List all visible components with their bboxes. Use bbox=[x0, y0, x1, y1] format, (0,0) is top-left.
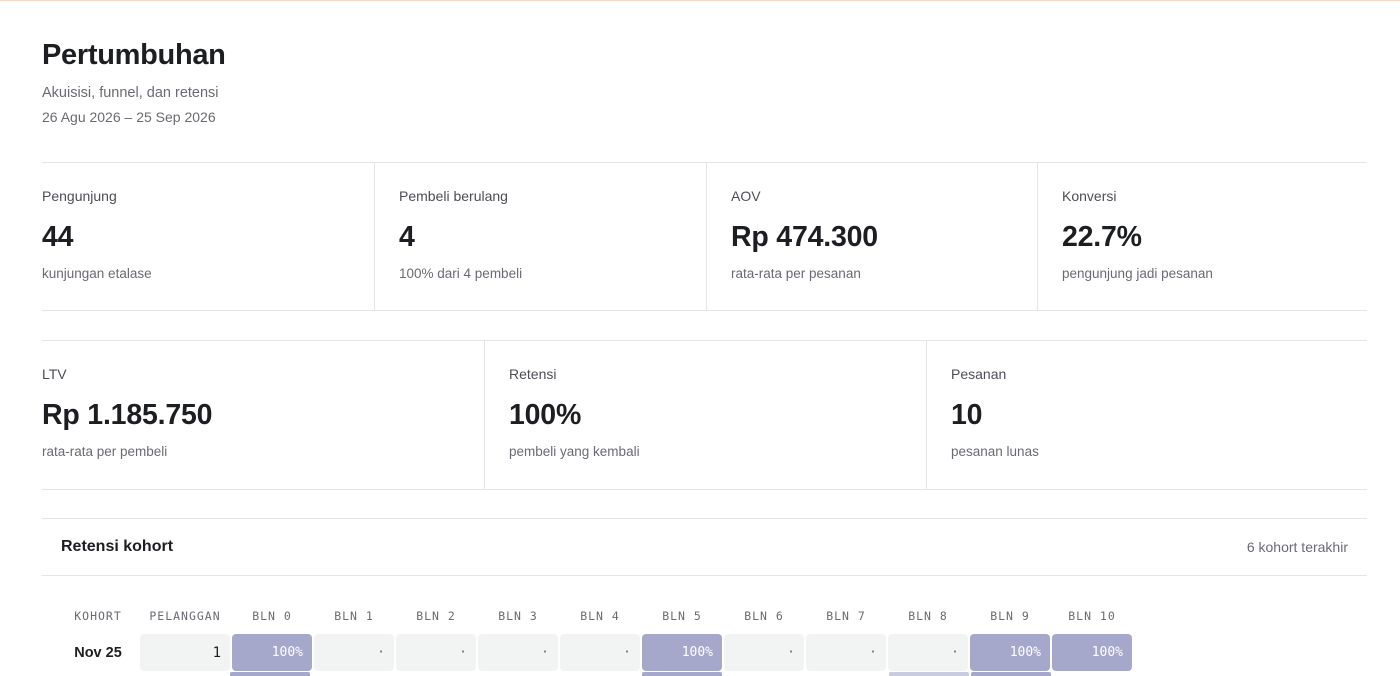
stat-value: 22.7% bbox=[1062, 221, 1142, 253]
stats-row-secondary: LTV Rp 1.185.750 rata-rata per pembeli R… bbox=[42, 340, 1367, 490]
column-header: PELANGGAN bbox=[149, 609, 221, 623]
customer-count-cell: 1 bbox=[140, 634, 230, 671]
stat-value: Rp 474.300 bbox=[731, 221, 878, 253]
cohort-header-row: KOHORT PELANGGAN BLN 0 BLN 1 BLN 2 BLN 3… bbox=[58, 602, 1132, 630]
stat-label: AOV bbox=[731, 188, 761, 204]
column-header: BLN 3 bbox=[498, 609, 538, 623]
retention-cell[interactable]: · bbox=[396, 634, 476, 671]
column-header: BLN 0 bbox=[252, 609, 292, 623]
stat-caption: rata-rata per pembeli bbox=[42, 444, 168, 459]
retention-cell[interactable]: · bbox=[806, 634, 886, 671]
stat-value: 100% bbox=[509, 399, 582, 431]
stat-caption: kunjungan etalase bbox=[42, 266, 152, 281]
stat-value: 4 bbox=[399, 221, 415, 253]
stats-row-primary: Pengunjung 44 kunjungan etalase Pembeli … bbox=[42, 162, 1367, 311]
cohort-note: 6 kohort terakhir bbox=[1246, 539, 1348, 555]
page-title: Pertumbuhan bbox=[42, 39, 226, 71]
stat-label: Retensi bbox=[509, 366, 557, 382]
stat-caption: pembeli yang kembali bbox=[509, 444, 640, 459]
column-header: BLN 5 bbox=[662, 609, 702, 623]
column-header: BLN 9 bbox=[990, 609, 1030, 623]
cohort-table: KOHORT PELANGGAN BLN 0 BLN 1 BLN 2 BLN 3… bbox=[58, 602, 1132, 671]
cohort-title: Retensi kohort bbox=[61, 538, 174, 555]
stat-card-visitors: Pengunjung 44 kunjungan etalase bbox=[42, 163, 374, 310]
column-header: BLN 7 bbox=[826, 609, 866, 623]
retention-cell[interactable]: · bbox=[314, 634, 394, 671]
retention-cell[interactable]: · bbox=[478, 634, 558, 671]
stat-card-conversion: Konversi 22.7% pengunjung jadi pesanan bbox=[1037, 163, 1367, 310]
stat-card-repeat-buyers: Pembeli berulang 4 100% dari 4 pembeli bbox=[374, 163, 706, 310]
retention-cell[interactable]: · bbox=[560, 634, 640, 671]
stat-caption: pesanan lunas bbox=[951, 444, 1039, 459]
next-row-cell-peek bbox=[889, 672, 969, 676]
column-header: BLN 1 bbox=[334, 609, 374, 623]
stat-card-retention: Retensi 100% pembeli yang kembali bbox=[484, 341, 926, 489]
retention-cell[interactable]: 100% bbox=[642, 634, 722, 671]
column-header: BLN 8 bbox=[908, 609, 948, 623]
column-header: BLN 2 bbox=[416, 609, 456, 623]
table-row: Nov 25 1 100% · · · · 100% · · · 100% 10… bbox=[58, 634, 1132, 671]
cohort-row-label: Nov 25 bbox=[74, 644, 122, 661]
stat-label: Pesanan bbox=[951, 366, 1007, 382]
column-header: KOHORT bbox=[74, 609, 122, 623]
column-header: BLN 6 bbox=[744, 609, 784, 623]
stat-caption: 100% dari 4 pembeli bbox=[399, 266, 523, 281]
stat-label: Pembeli berulang bbox=[399, 188, 508, 204]
retention-cell[interactable]: 100% bbox=[1052, 634, 1132, 671]
stat-label: Pengunjung bbox=[42, 188, 117, 204]
stat-card-orders: Pesanan 10 pesanan lunas bbox=[926, 341, 1367, 489]
next-row-cell-peek bbox=[642, 672, 722, 676]
next-row-cell-peek bbox=[230, 672, 310, 676]
column-header: BLN 4 bbox=[580, 609, 620, 623]
page-header: Pertumbuhan Akuisisi, funnel, dan retens… bbox=[42, 36, 226, 127]
cohort-section-header: Retensi kohort 6 kohort terakhir bbox=[42, 518, 1367, 576]
next-row-cell-peek bbox=[971, 672, 1051, 676]
retention-cell[interactable]: · bbox=[888, 634, 968, 671]
retention-cell[interactable]: 100% bbox=[232, 634, 312, 671]
stat-value: 10 bbox=[951, 399, 983, 431]
page-subtitle: Akuisisi, funnel, dan retensi bbox=[42, 85, 219, 101]
stat-value: Rp 1.185.750 bbox=[42, 399, 213, 431]
stat-label: LTV bbox=[42, 366, 67, 382]
column-header: BLN 10 bbox=[1068, 609, 1116, 623]
stat-card-aov: AOV Rp 474.300 rata-rata per pesanan bbox=[706, 163, 1037, 310]
date-range[interactable]: 26 Agu 2026 – 25 Sep 2026 bbox=[42, 107, 226, 127]
stat-caption: pengunjung jadi pesanan bbox=[1062, 266, 1213, 281]
stat-label: Konversi bbox=[1062, 188, 1117, 204]
top-accent-line bbox=[0, 0, 1400, 1]
stat-caption: rata-rata per pesanan bbox=[731, 266, 861, 281]
stat-value: 44 bbox=[42, 221, 74, 253]
retention-cell[interactable]: 100% bbox=[970, 634, 1050, 671]
retention-cell[interactable]: · bbox=[724, 634, 804, 671]
stat-card-ltv: LTV Rp 1.185.750 rata-rata per pembeli bbox=[42, 341, 484, 489]
